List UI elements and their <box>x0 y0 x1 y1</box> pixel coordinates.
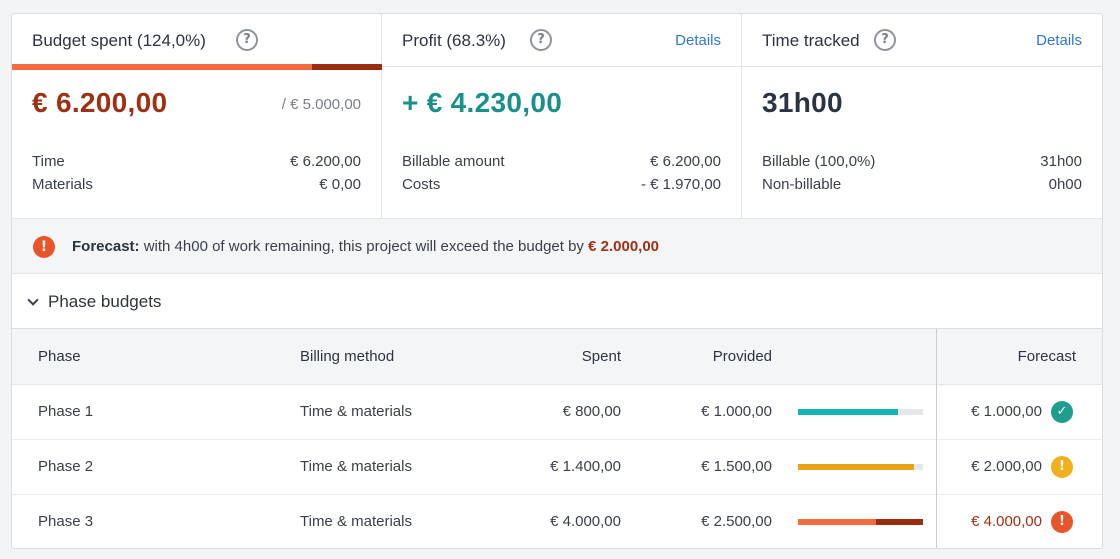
time-tracked-value: 31h00 <box>762 87 843 118</box>
budget-cap-value: / € 5.000,00 <box>281 96 361 113</box>
budget-spent-header: Budget spent (124,0%) ? <box>12 14 381 67</box>
row-value: 0h00 <box>1048 176 1082 193</box>
forecast-value: € 1.000,00 <box>971 403 1042 420</box>
forecast-amount: € 2.000,00 <box>588 238 660 255</box>
provided-value: € 2.500,00 <box>701 513 772 530</box>
profit-row-billable: Billable amount € 6.200,00 <box>402 153 721 170</box>
table-row: Phase 2 Time & materials € 1.400,00 € 1.… <box>12 440 1102 495</box>
provided-value: € 1.500,00 <box>701 458 772 475</box>
row-label: Time <box>32 153 65 170</box>
row-label: Non-billable <box>762 176 842 193</box>
help-icon[interactable]: ? <box>874 29 896 51</box>
row-value: € 6.200,00 <box>650 153 721 170</box>
table-row: Phase 1 Time & materials € 800,00 € 1.00… <box>12 385 1102 440</box>
forecast-banner: ! Forecast: with 4h00 of work remaining,… <box>12 219 1102 274</box>
chevron-down-icon[interactable] <box>27 294 39 306</box>
budget-row-time: Time € 6.200,00 <box>32 153 361 170</box>
table-header: Phase Billing method Spent Provided Fore… <box>12 329 1102 385</box>
check-icon: ✓ <box>1051 401 1073 423</box>
phase-budgets-toggle[interactable]: Phase budgets <box>12 274 1102 329</box>
profit-row-costs: Costs - € 1.970,00 <box>402 176 721 193</box>
alert-icon: ! <box>1051 511 1073 533</box>
row-value: - € 1.970,00 <box>640 176 721 193</box>
billing-method: Time & materials <box>300 458 412 475</box>
phase-budgets-title: Phase budgets <box>48 292 162 311</box>
forecast-message: Forecast: with 4h00 of work remaining, t… <box>72 238 659 255</box>
time-details-link[interactable]: Details <box>1036 32 1082 49</box>
help-icon[interactable]: ? <box>530 29 552 51</box>
progress-fill <box>798 519 876 525</box>
phase-name: Phase 2 <box>38 458 94 475</box>
phase-budgets-table: Phase Billing method Spent Provided Fore… <box>12 329 1102 548</box>
row-value: 31h00 <box>1040 153 1082 170</box>
project-budget-card: Budget spent (124,0%) ? € 6.200,00 / € 5… <box>11 13 1103 549</box>
help-icon[interactable]: ? <box>236 29 258 51</box>
profit-details-link[interactable]: Details <box>675 32 721 49</box>
phase-name: Phase 3 <box>38 513 94 530</box>
table-row: Phase 3 Time & materials € 4.000,00 € 2.… <box>12 495 1102 548</box>
budget-spent-panel: Budget spent (124,0%) ? € 6.200,00 / € 5… <box>12 14 382 219</box>
spent-value: € 4.000,00 <box>550 513 621 530</box>
row-label: Billable (100,0%) <box>762 153 876 170</box>
billing-method: Time & materials <box>300 513 412 530</box>
warning-icon: ! <box>1051 456 1073 478</box>
budget-spent-title: Budget spent (124,0%) <box>32 31 206 50</box>
col-provided: Provided <box>712 348 772 365</box>
time-tracked-title: Time tracked <box>762 31 860 50</box>
budget-bar-within <box>12 64 312 70</box>
row-label: Costs <box>402 176 441 193</box>
budget-spent-value: € 6.200,00 <box>32 87 168 118</box>
summary-stats: Budget spent (124,0%) ? € 6.200,00 / € 5… <box>12 14 1102 219</box>
time-tracked-panel: Time tracked ? Details 31h00 Billable (1… <box>742 14 1102 219</box>
profit-header: Profit (68.3%) ? Details <box>382 14 741 67</box>
time-row-nonbillable: Non-billable 0h00 <box>762 176 1082 193</box>
budget-bar-overrun <box>312 64 382 70</box>
forecast-column-divider <box>936 329 937 548</box>
phase-name: Phase 1 <box>38 403 94 420</box>
row-label: Billable amount <box>402 153 505 170</box>
forecast-text: with 4h00 of work remaining, this projec… <box>139 238 589 255</box>
budget-row-materials: Materials € 0,00 <box>32 176 361 193</box>
progress-bar <box>798 519 923 525</box>
progress-fill <box>798 464 914 470</box>
col-forecast: Forecast <box>1017 348 1076 365</box>
provided-value: € 1.000,00 <box>701 403 772 420</box>
profit-title: Profit (68.3%) <box>402 31 506 50</box>
row-label: Materials <box>32 176 93 193</box>
progress-bar <box>798 464 923 470</box>
spent-value: € 800,00 <box>562 403 621 420</box>
forecast-value: € 4.000,00 <box>971 513 1042 530</box>
progress-overrun <box>876 519 923 525</box>
profit-value: + € 4.230,00 <box>402 87 563 118</box>
time-row-billable: Billable (100,0%) 31h00 <box>762 153 1082 170</box>
col-phase: Phase <box>38 348 81 365</box>
row-value: € 0,00 <box>319 176 361 193</box>
row-value: € 6.200,00 <box>290 153 361 170</box>
forecast-value: € 2.000,00 <box>971 458 1042 475</box>
forecast-label: Forecast: <box>72 238 140 255</box>
spent-value: € 1.400,00 <box>550 458 621 475</box>
alert-icon: ! <box>33 236 55 258</box>
col-billing-method: Billing method <box>300 348 395 365</box>
progress-fill <box>798 409 898 415</box>
col-spent: Spent <box>581 348 621 365</box>
budget-progress-bar <box>12 64 382 70</box>
progress-bar <box>798 409 923 415</box>
time-tracked-header: Time tracked ? Details <box>742 14 1102 67</box>
billing-method: Time & materials <box>300 403 412 420</box>
profit-panel: Profit (68.3%) ? Details + € 4.230,00 Bi… <box>382 14 742 219</box>
